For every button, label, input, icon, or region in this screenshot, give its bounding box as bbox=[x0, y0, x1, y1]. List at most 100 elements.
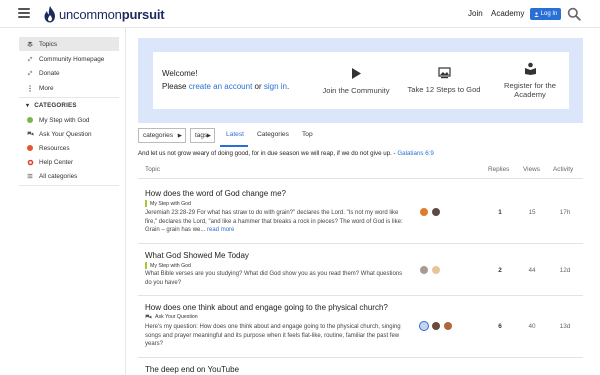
book-icon bbox=[524, 62, 536, 75]
list-icon bbox=[26, 173, 34, 179]
welcome-heading: Welcome! bbox=[162, 69, 198, 78]
sidebar-item-label: More bbox=[39, 84, 54, 92]
welcome-text: Please bbox=[162, 82, 189, 91]
sign-in-link[interactable]: sign in bbox=[264, 82, 287, 91]
avatar[interactable] bbox=[431, 321, 441, 331]
table-divider bbox=[138, 357, 583, 358]
avatar[interactable] bbox=[419, 321, 429, 331]
activity-time[interactable]: 13d bbox=[550, 323, 580, 330]
column-header-topic[interactable]: Topic bbox=[145, 166, 160, 173]
sidebar-item-donate[interactable]: Donate bbox=[19, 66, 119, 80]
category-color-bar bbox=[145, 262, 147, 269]
category-color-bar bbox=[145, 200, 147, 207]
flame-logo-icon bbox=[44, 5, 55, 22]
replies-count[interactable]: 6 bbox=[485, 323, 515, 330]
categories-dropdown[interactable]: categories ▶ bbox=[138, 128, 186, 143]
topic-excerpt: Here's my question: How does one think a… bbox=[145, 323, 410, 349]
topic-category-badge[interactable]: My Step with God bbox=[145, 262, 191, 269]
topic-category-badge[interactable]: Ask Your Question bbox=[145, 314, 198, 320]
topic-posters bbox=[419, 265, 441, 275]
topic-excerpt-text: What Bible verses are you studying? What… bbox=[145, 271, 403, 286]
categories-heading[interactable]: ▾ CATEGORIES bbox=[26, 102, 77, 109]
topic-title-link[interactable]: How does the word of God change me? bbox=[145, 189, 286, 198]
tab-top[interactable]: Top bbox=[302, 131, 313, 138]
link-icon bbox=[26, 56, 34, 62]
user-icon bbox=[534, 11, 539, 17]
tab-categories[interactable]: Categories bbox=[257, 131, 289, 138]
tab-latest[interactable]: Latest bbox=[226, 131, 244, 138]
avatar[interactable] bbox=[419, 207, 429, 217]
column-header-activity[interactable]: Activity bbox=[553, 166, 573, 173]
tags-dropdown-label: tags bbox=[195, 132, 208, 139]
table-row[interactable]: What God Showed Me Today My Step with Go… bbox=[138, 246, 583, 294]
topic-category-label: My Step with God bbox=[150, 200, 191, 207]
avatar[interactable] bbox=[431, 207, 441, 217]
column-header-replies[interactable]: Replies bbox=[488, 166, 509, 173]
login-label: Log In bbox=[540, 11, 558, 17]
sidebar-item-label: Topics bbox=[39, 40, 58, 48]
join-link[interactable]: Join bbox=[468, 9, 483, 18]
topic-title-link[interactable]: How does one think about and engage goin… bbox=[145, 303, 388, 312]
academy-link[interactable]: Academy bbox=[491, 9, 524, 18]
tags-dropdown[interactable]: tags ▶ bbox=[190, 128, 215, 143]
scripture-text: And let us not grow weary of doing good,… bbox=[138, 150, 398, 157]
replies-count[interactable]: 2 bbox=[485, 267, 515, 274]
chevron-right-icon: ▶ bbox=[177, 132, 182, 139]
topic-category-badge[interactable]: My Step with God bbox=[145, 200, 191, 207]
welcome-text: or bbox=[252, 82, 264, 91]
twelve-steps-action[interactable]: Take 12 Steps to God bbox=[399, 52, 489, 109]
topic-title-link[interactable]: The deep end on YouTube bbox=[145, 365, 239, 374]
active-tab-indicator bbox=[220, 145, 248, 147]
welcome-text: . bbox=[286, 82, 290, 91]
play-icon bbox=[351, 67, 361, 79]
welcome-message: Please create an account or sign in. bbox=[162, 82, 289, 91]
activity-time[interactable]: 12d bbox=[550, 267, 580, 274]
category-dot-icon bbox=[26, 117, 34, 123]
sidebar-item-label: Community Homepage bbox=[39, 55, 105, 63]
topic-posters bbox=[419, 207, 441, 217]
sidebar-item-topics[interactable]: Topics bbox=[19, 37, 119, 51]
sidebar-category-help-center[interactable]: Help Center bbox=[19, 155, 119, 169]
sidebar-item-community-homepage[interactable]: Community Homepage bbox=[19, 52, 119, 66]
activity-time[interactable]: 17h bbox=[550, 209, 580, 216]
site-logo[interactable]: uncommonpursuit bbox=[43, 5, 165, 23]
category-dot-icon bbox=[26, 145, 34, 151]
join-community-label: Join the Community bbox=[322, 85, 390, 95]
topic-title-link[interactable]: What God Showed Me Today bbox=[145, 251, 249, 260]
twelve-steps-label: Take 12 Steps to God bbox=[407, 85, 481, 94]
lifebuoy-icon bbox=[26, 159, 34, 166]
register-academy-action[interactable]: Register for the Academy bbox=[485, 52, 575, 109]
categories-dropdown-label: categories bbox=[143, 132, 173, 139]
replies-count[interactable]: 1 bbox=[485, 209, 515, 216]
chat-icon bbox=[145, 314, 152, 319]
table-row[interactable]: The deep end on YouTube bbox=[138, 360, 583, 375]
join-community-action[interactable]: Join the Community bbox=[311, 52, 401, 109]
topic-excerpt-text: Jeremiah 23:28-29 For what has straw to … bbox=[145, 210, 403, 234]
create-account-link[interactable]: create an account bbox=[189, 82, 253, 91]
sidebar-all-categories[interactable]: All categories bbox=[19, 169, 119, 183]
table-divider bbox=[138, 295, 583, 296]
table-row[interactable]: How does one think about and engage goin… bbox=[138, 298, 583, 356]
register-label-line2: Academy bbox=[514, 90, 546, 99]
avatar[interactable] bbox=[419, 265, 429, 275]
topic-excerpt-text: Here's my question: How does one think a… bbox=[145, 324, 401, 348]
sidebar-divider bbox=[19, 97, 119, 98]
column-header-views[interactable]: Views bbox=[523, 166, 540, 173]
sidebar-item-label: Donate bbox=[39, 69, 60, 77]
hamburger-menu-icon[interactable] bbox=[18, 8, 30, 18]
search-icon[interactable] bbox=[567, 7, 581, 21]
read-more-link[interactable]: read more bbox=[207, 227, 234, 233]
avatar[interactable] bbox=[431, 265, 441, 275]
sidebar-category-ask-your-question[interactable]: Ask Your Question bbox=[19, 127, 119, 141]
avatar[interactable] bbox=[443, 321, 453, 331]
sidebar-item-more[interactable]: More bbox=[19, 81, 119, 95]
views-count: 44 bbox=[528, 267, 536, 274]
login-button[interactable]: Log In bbox=[530, 8, 561, 20]
sidebar-category-my-step-with-god[interactable]: My Step with God bbox=[19, 113, 119, 127]
scripture-reference-link[interactable]: Galatians 6:9 bbox=[397, 150, 433, 157]
table-row[interactable]: How does the word of God change me? My S… bbox=[138, 186, 583, 246]
chat-icon bbox=[26, 131, 34, 137]
sidebar-category-resources[interactable]: Resources bbox=[19, 141, 119, 155]
chevron-right-icon: ▶ bbox=[206, 132, 211, 139]
table-divider bbox=[138, 178, 583, 179]
